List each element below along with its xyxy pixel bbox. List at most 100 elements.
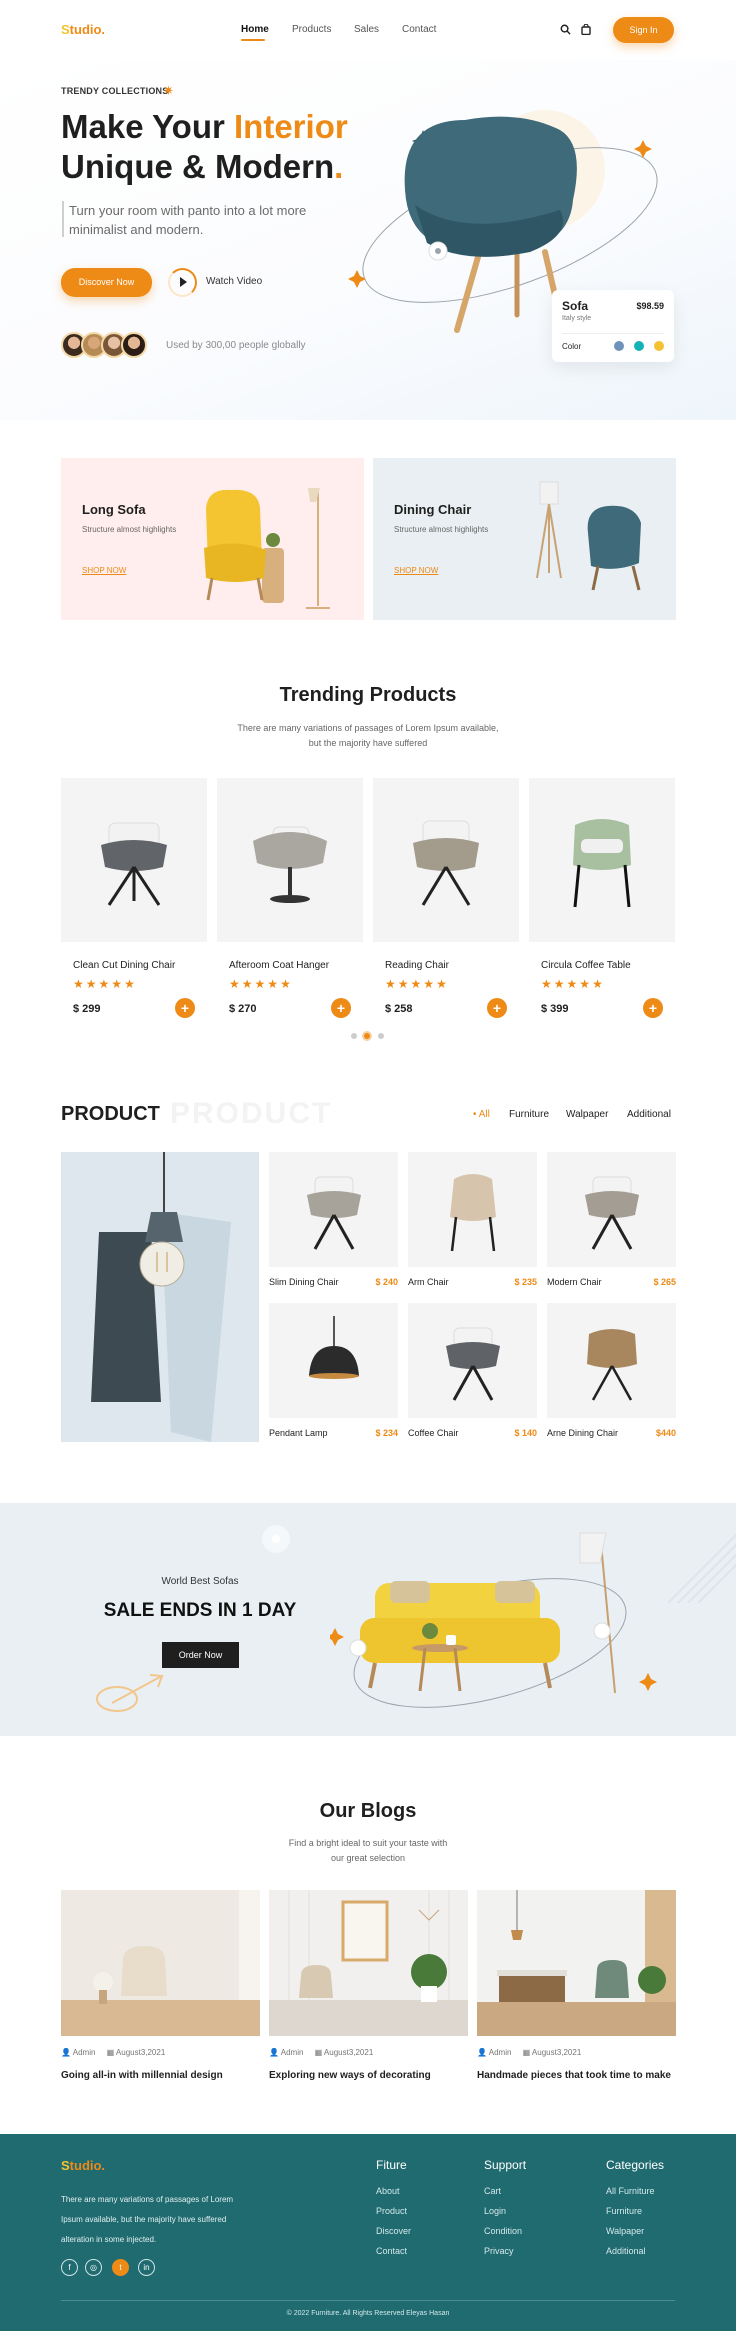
footer-logo[interactable]: Studio.	[61, 2158, 105, 2173]
footer-link[interactable]: Walpaper	[606, 2226, 644, 2236]
shop-now-link[interactable]: SHOP NOW	[82, 566, 126, 575]
grid-product-card[interactable]: Pendant Lamp $ 234	[269, 1303, 398, 1438]
star-icon: ★	[241, 977, 253, 991]
grid-product-card[interactable]: Arne Dining Chair $440	[547, 1303, 676, 1438]
order-now-button[interactable]: Order Now	[162, 1642, 239, 1668]
star-icon: ★	[579, 977, 591, 991]
product-image[interactable]	[408, 1152, 537, 1267]
footer-link[interactable]: All Furniture	[606, 2186, 655, 2196]
filter-additional[interactable]: Additional	[627, 1109, 671, 1120]
footer-link[interactable]: Login	[484, 2206, 506, 2216]
nav-products[interactable]: Products	[292, 24, 331, 35]
product-name[interactable]: Clean Cut Dining Chair	[73, 960, 175, 971]
twitter-icon[interactable]: t	[112, 2259, 129, 2276]
product-image[interactable]	[373, 778, 519, 942]
featured-lamp-image[interactable]	[61, 1152, 259, 1442]
blog-image[interactable]	[61, 1890, 260, 2036]
subtitle-bar	[62, 201, 64, 237]
filter-all[interactable]: • All	[473, 1109, 490, 1120]
promo-card-dining-chair[interactable]: Dining Chair Structure almost highlights…	[373, 458, 676, 620]
grid-product-card[interactable]: Modern Chair $ 265	[547, 1152, 676, 1287]
product-image[interactable]	[61, 778, 207, 942]
product-name[interactable]: Reading Chair	[385, 960, 449, 971]
product-image[interactable]	[269, 1303, 398, 1418]
product-image[interactable]	[269, 1152, 398, 1267]
product-card[interactable]: Afteroom Coat Hanger ★ ★ ★ ★ ★ $ 270 +	[217, 778, 363, 1028]
search-icon[interactable]	[560, 22, 571, 40]
rating-stars: ★ ★ ★ ★ ★	[541, 975, 605, 993]
footer-link[interactable]: About	[376, 2186, 400, 2196]
calendar-icon: ▦	[314, 2048, 323, 2057]
footer-link[interactable]: Additional	[606, 2246, 646, 2256]
grid-product-card[interactable]: Slim Dining Chair $ 240	[269, 1152, 398, 1287]
add-to-cart-button[interactable]: +	[643, 998, 663, 1018]
blog-card[interactable]: 👤 Admin ▦ August3,2021 Handmade pieces t…	[477, 1890, 676, 2081]
product-name[interactable]: Afteroom Coat Hanger	[229, 960, 329, 971]
facebook-icon[interactable]: f	[61, 2259, 78, 2276]
filter-walpaper[interactable]: Walpaper	[566, 1109, 608, 1120]
product-card[interactable]: Clean Cut Dining Chair ★ ★ ★ ★ ★ $ 299 +	[61, 778, 207, 1028]
filter-furniture[interactable]: Furniture	[509, 1109, 549, 1120]
carousel-dot[interactable]	[351, 1033, 357, 1039]
footer-link[interactable]: Condition	[484, 2226, 522, 2236]
color-swatch[interactable]	[614, 341, 624, 351]
footer-link[interactable]: Cart	[484, 2186, 501, 2196]
avatar	[121, 332, 147, 358]
blog-card[interactable]: 👤 Admin ▦ August3,2021 Exploring new way…	[269, 1890, 468, 2081]
blog-title[interactable]: Going all-in with millennial design	[61, 2070, 223, 2081]
blog-image[interactable]	[269, 1890, 468, 2036]
carousel-dot[interactable]	[378, 1033, 384, 1039]
watch-video-label[interactable]: Watch Video	[206, 276, 262, 287]
footer-link[interactable]: Privacy	[484, 2246, 514, 2256]
product-preview-card[interactable]: Sofa $98.59 Italy style Color	[552, 290, 674, 362]
promo-card-long-sofa[interactable]: Long Sofa Structure almost highlights SH…	[61, 458, 364, 620]
star-icon: ★	[592, 977, 603, 991]
linkedin-icon[interactable]: in	[138, 2259, 155, 2276]
sign-in-button[interactable]: Sign In	[613, 17, 674, 43]
product-price: $ 270	[229, 1003, 257, 1015]
add-to-cart-button[interactable]: +	[331, 998, 351, 1018]
product-name[interactable]: Circula Coffee Table	[541, 960, 631, 971]
about-line: There are many variations of passages of…	[61, 2195, 234, 2204]
product-image[interactable]	[408, 1303, 537, 1418]
discover-now-button[interactable]: Discover Now	[61, 268, 152, 297]
product-image[interactable]	[547, 1303, 676, 1418]
calendar-icon: ▦	[522, 2048, 531, 2057]
color-swatch[interactable]	[634, 341, 644, 351]
instagram-icon[interactable]: ◎	[85, 2259, 102, 2276]
carousel-dot-active[interactable]	[362, 1031, 372, 1041]
nav-sales[interactable]: Sales	[354, 24, 379, 35]
footer-link[interactable]: Product	[376, 2206, 407, 2216]
subtitle-line: our great selection	[330, 1853, 406, 1863]
footer-link[interactable]: Furniture	[606, 2206, 642, 2216]
blog-date: August3,2021	[323, 2048, 374, 2057]
footer-link[interactable]: Contact	[376, 2246, 407, 2256]
logo[interactable]: Studio.	[61, 22, 105, 37]
star-icon: ★	[436, 977, 447, 991]
product-card[interactable]: Reading Chair ★ ★ ★ ★ ★ $ 258 +	[373, 778, 519, 1028]
footer: Studio. There are many variations of pas…	[0, 2134, 736, 2331]
blog-title[interactable]: Exploring new ways of decorating	[269, 2070, 431, 2081]
blog-card[interactable]: 👤 Admin ▦ August3,2021 Going all-in with…	[61, 1890, 260, 2081]
trending-subtitle: There are many variations of passages of…	[0, 721, 736, 751]
grid-product-card[interactable]: Arm Chair $ 235	[408, 1152, 537, 1287]
yellow-armchair-image	[204, 488, 330, 609]
add-to-cart-button[interactable]: +	[487, 998, 507, 1018]
color-swatch[interactable]	[654, 341, 664, 351]
blog-date: August3,2021	[115, 2048, 166, 2057]
blog-title[interactable]: Handmade pieces that took time to make	[477, 2070, 671, 2081]
add-to-cart-button[interactable]: +	[175, 998, 195, 1018]
footer-link[interactable]: Discover	[376, 2226, 411, 2236]
product-price: $ 265	[653, 1277, 676, 1287]
product-image[interactable]	[529, 778, 675, 942]
product-image[interactable]	[547, 1152, 676, 1267]
nav-home[interactable]: Home	[241, 24, 269, 35]
product-card[interactable]: Circula Coffee Table ★ ★ ★ ★ ★ $ 399 +	[529, 778, 675, 1028]
nav-contact[interactable]: Contact	[402, 24, 436, 35]
blog-image[interactable]	[477, 1890, 676, 2036]
grid-product-card[interactable]: Coffee Chair $ 140	[408, 1303, 537, 1438]
star-icon: ★	[553, 977, 565, 991]
cart-icon[interactable]	[581, 22, 591, 40]
product-image[interactable]	[217, 778, 363, 942]
shop-now-link[interactable]: SHOP NOW	[394, 566, 438, 575]
